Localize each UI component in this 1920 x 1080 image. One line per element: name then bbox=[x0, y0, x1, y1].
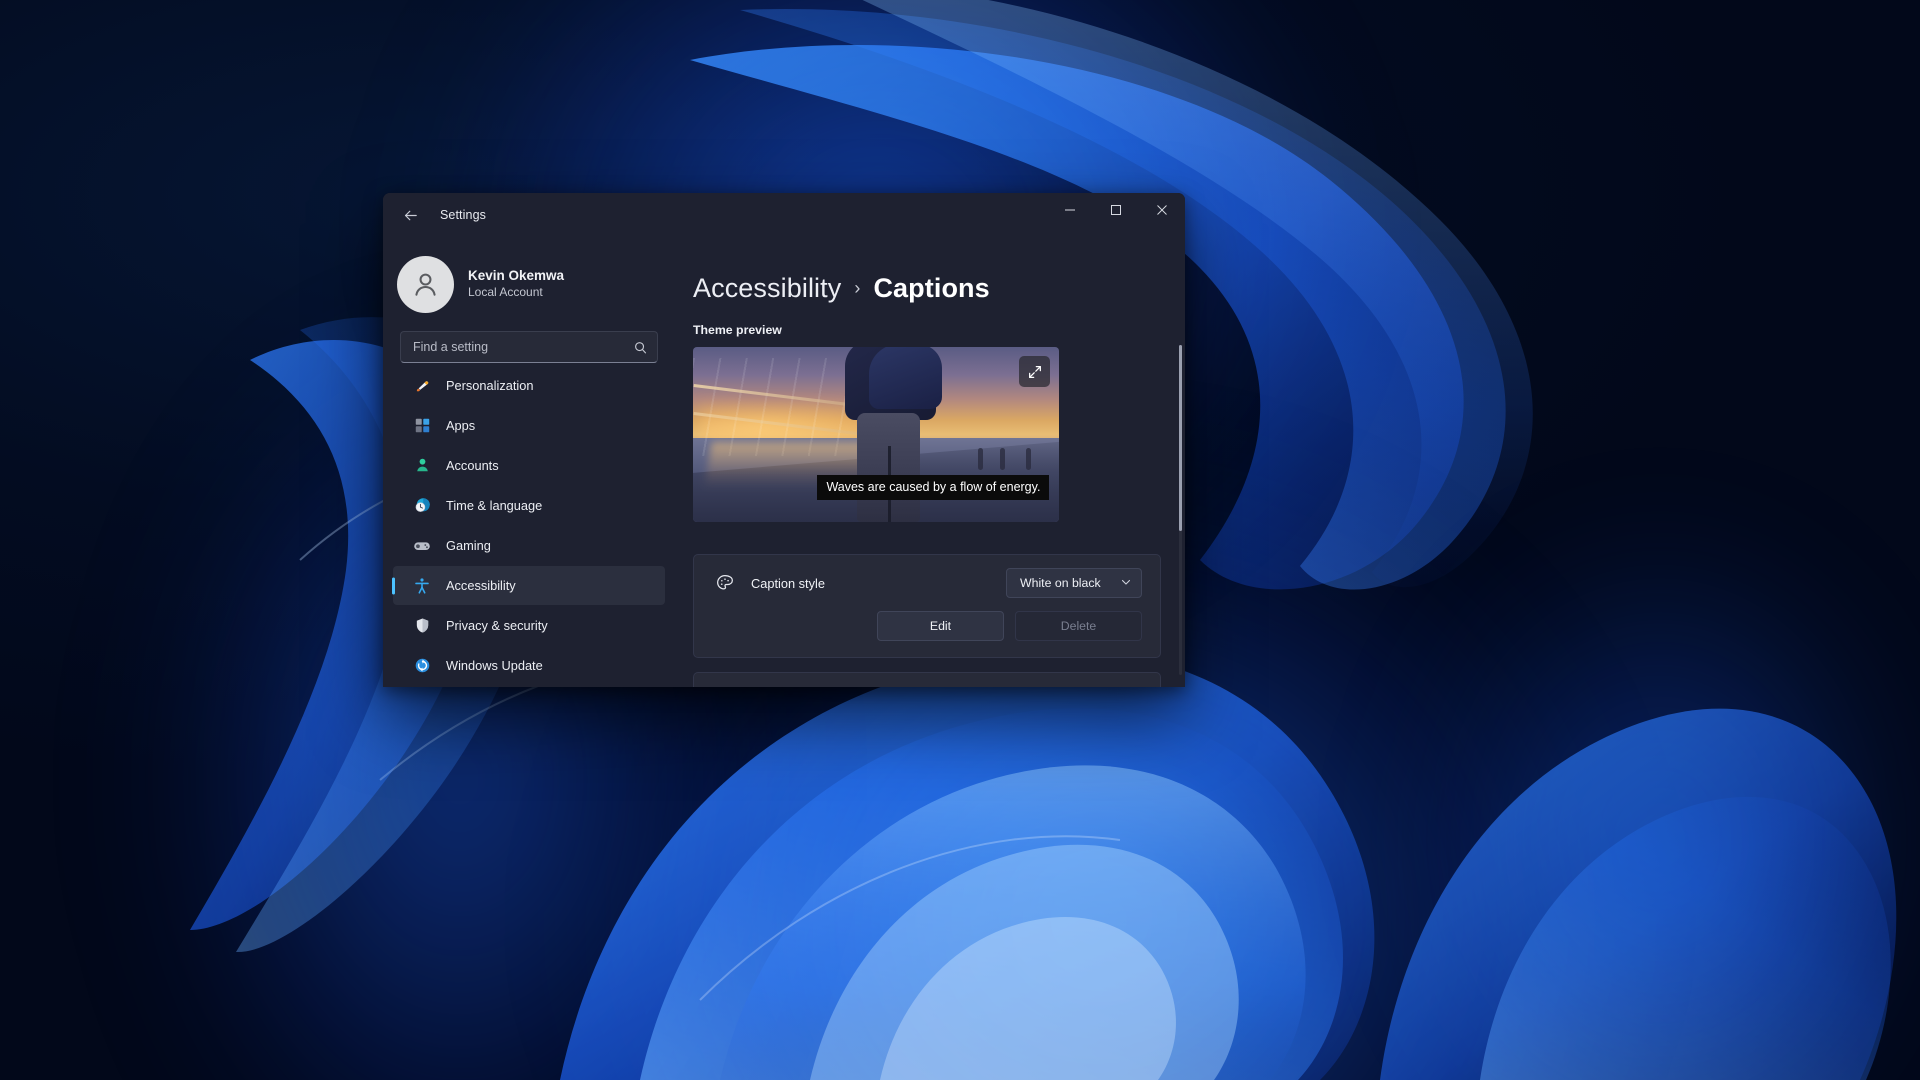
sidebar-item-label: Accounts bbox=[446, 458, 499, 473]
caption-style-actions: Edit Delete bbox=[694, 611, 1160, 657]
clock-globe-icon bbox=[411, 497, 433, 514]
caption-style-row: Caption style White on black bbox=[694, 555, 1160, 611]
person-icon bbox=[411, 457, 433, 474]
page-title: Captions bbox=[873, 273, 990, 303]
caption-preview-text: Waves are caused by a flow of energy. bbox=[817, 474, 1050, 500]
edit-button-label: Edit bbox=[929, 619, 952, 633]
sidebar-item-label: Accessibility bbox=[446, 578, 516, 593]
minimize-icon bbox=[1065, 209, 1075, 210]
sidebar-item-label: Windows Update bbox=[446, 658, 543, 673]
delete-button[interactable]: Delete bbox=[1015, 611, 1142, 641]
edit-button[interactable]: Edit bbox=[877, 611, 1004, 641]
theme-preview-image: Waves are caused by a flow of energy. bbox=[693, 347, 1059, 522]
sidebar-item-label: Time & language bbox=[446, 498, 543, 513]
sidebar-item-windows-update[interactable]: Windows Update bbox=[393, 646, 665, 685]
sidebar-nav: Personalization Apps Accounts Time & lan… bbox=[383, 373, 675, 687]
avatar bbox=[397, 255, 454, 313]
breadcrumb: Accessibility › Captions bbox=[693, 273, 1185, 304]
settings-window: Settings Kevin Okemwa Local Account Find… bbox=[383, 193, 1185, 687]
sidebar-item-accounts[interactable]: Accounts bbox=[393, 446, 665, 485]
next-settings-card-partial bbox=[693, 672, 1161, 687]
close-icon bbox=[1157, 204, 1167, 215]
update-refresh-icon bbox=[411, 657, 433, 674]
sidebar: Kevin Okemwa Local Account Find a settin… bbox=[383, 237, 675, 687]
account-block[interactable]: Kevin Okemwa Local Account bbox=[383, 243, 675, 317]
sidebar-item-time-language[interactable]: Time & language bbox=[393, 486, 665, 525]
caption-style-card: Caption style White on black Edit Delete bbox=[693, 554, 1161, 658]
preview-distant-figure bbox=[1026, 447, 1032, 470]
gamepad-icon bbox=[411, 537, 433, 555]
sidebar-item-personalization[interactable]: Personalization bbox=[393, 373, 665, 405]
breadcrumb-parent[interactable]: Accessibility bbox=[693, 273, 841, 304]
delete-button-label: Delete bbox=[1060, 619, 1097, 633]
window-titlebar: Settings bbox=[383, 193, 1185, 237]
close-button[interactable] bbox=[1139, 193, 1185, 226]
maximize-button[interactable] bbox=[1093, 193, 1139, 226]
scrollbar-thumb[interactable] bbox=[1179, 345, 1182, 531]
sidebar-item-label: Privacy & security bbox=[446, 618, 548, 633]
chevron-down-icon bbox=[1120, 576, 1132, 591]
sidebar-item-label: Gaming bbox=[446, 538, 491, 553]
minimize-button[interactable] bbox=[1047, 193, 1093, 226]
window-title: Settings bbox=[440, 208, 486, 222]
search-input[interactable] bbox=[413, 340, 633, 354]
window-controls bbox=[1047, 193, 1185, 237]
person-avatar-icon bbox=[415, 273, 436, 296]
back-arrow-icon bbox=[404, 210, 417, 220]
preview-distant-figure bbox=[978, 447, 984, 470]
sidebar-item-gaming[interactable]: Gaming bbox=[393, 526, 665, 565]
accessibility-person-icon bbox=[411, 577, 433, 595]
search-box[interactable] bbox=[400, 331, 658, 363]
breadcrumb-separator: › bbox=[854, 278, 861, 298]
palette-icon bbox=[712, 573, 738, 593]
search-icon bbox=[635, 341, 647, 353]
paintbrush-icon bbox=[411, 377, 433, 394]
back-button[interactable] bbox=[393, 199, 427, 231]
caption-style-dropdown[interactable]: White on black bbox=[1006, 568, 1142, 598]
sidebar-item-accessibility[interactable]: Accessibility bbox=[393, 566, 665, 605]
main-scrollbar[interactable] bbox=[1179, 345, 1182, 675]
sidebar-item-label: Apps bbox=[446, 418, 476, 433]
caption-style-label: Caption style bbox=[751, 575, 825, 591]
preview-distant-figure bbox=[1000, 447, 1006, 470]
theme-preview-label: Theme preview bbox=[693, 323, 782, 337]
expand-diagonal-icon bbox=[1028, 365, 1041, 378]
preview-person-backpack bbox=[869, 347, 943, 410]
main-content: Accessibility › Captions Theme preview W… bbox=[675, 237, 1185, 687]
account-name: Kevin Okemwa bbox=[468, 267, 565, 283]
sidebar-item-privacy-security[interactable]: Privacy & security bbox=[393, 606, 665, 645]
expand-preview-button[interactable] bbox=[1019, 356, 1050, 387]
sidebar-item-apps[interactable]: Apps bbox=[393, 406, 665, 445]
apps-grid-icon bbox=[411, 417, 433, 434]
account-subtitle: Local Account bbox=[468, 285, 543, 300]
caption-style-dropdown-value: White on black bbox=[1020, 576, 1101, 590]
shield-icon bbox=[411, 617, 433, 634]
wallpaper-bloom bbox=[1400, 520, 1920, 1080]
maximize-icon bbox=[1111, 204, 1121, 215]
sidebar-item-label: Personalization bbox=[446, 378, 534, 393]
